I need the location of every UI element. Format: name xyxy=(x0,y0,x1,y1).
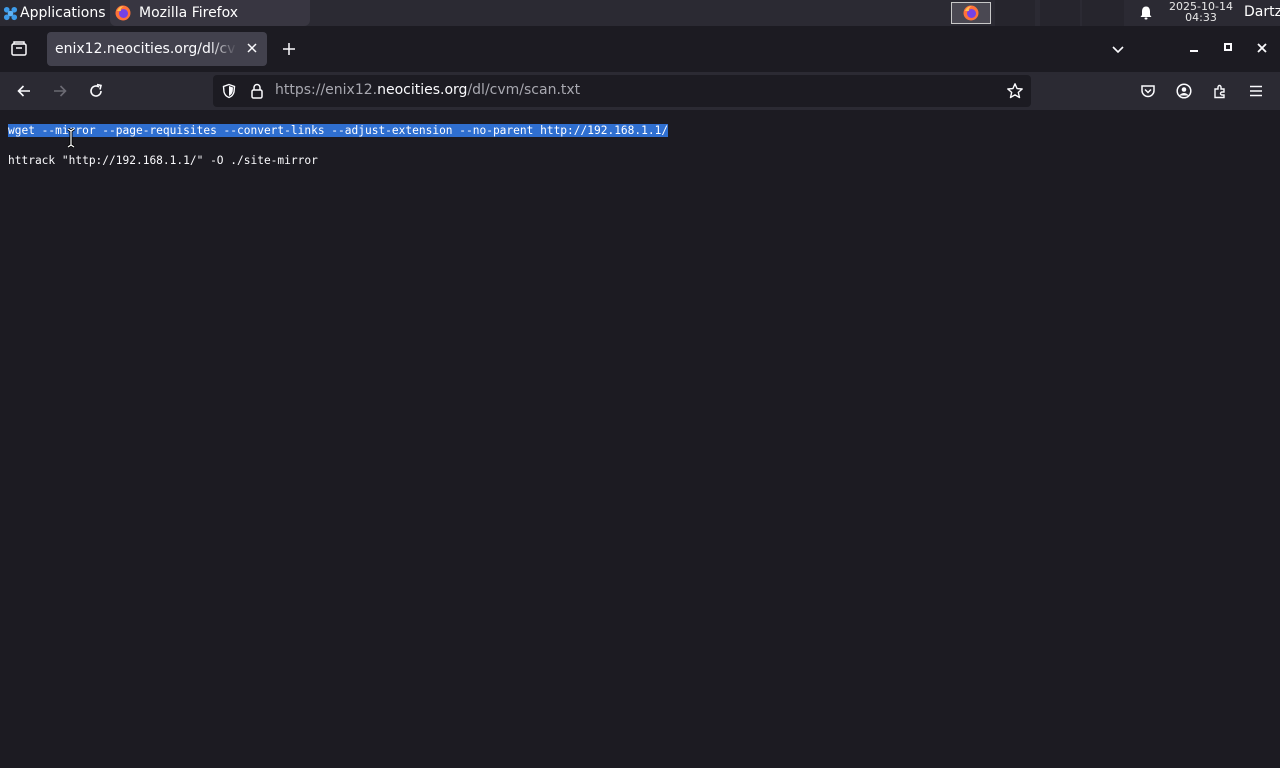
forward-icon[interactable] xyxy=(52,83,68,99)
firefox-view-icon[interactable] xyxy=(9,39,29,59)
account-icon[interactable] xyxy=(1176,83,1192,99)
close-window-icon[interactable] xyxy=(1256,42,1268,54)
extensions-icon[interactable] xyxy=(1212,83,1228,99)
url-path: /dl/cvm/scan.txt xyxy=(467,82,581,98)
maximize-icon[interactable] xyxy=(1222,41,1234,53)
page-content[interactable]: wget --mirror --page-requisites --conver… xyxy=(0,110,1280,768)
user-name[interactable]: Dartz xyxy=(1244,4,1280,20)
taskbar-window-title: Mozilla Firefox xyxy=(139,5,239,21)
xfce-logo-icon xyxy=(3,6,18,20)
text-line[interactable]: httrack "http://192.168.1.1/" -O ./site-… xyxy=(8,154,318,167)
url-text[interactable]: https://enix12.neocities.org/dl/cvm/scan… xyxy=(275,82,580,98)
workspace-1[interactable] xyxy=(995,0,1035,26)
navigation-toolbar: https://enix12.neocities.org/dl/cvm/scan… xyxy=(0,72,1280,110)
clock-time: 04:33 xyxy=(1185,11,1217,24)
text-line[interactable]: wget --mirror --page-requisites --conver… xyxy=(8,124,669,137)
chevron-down-icon[interactable] xyxy=(1111,43,1125,57)
lock-icon[interactable] xyxy=(249,82,265,100)
applications-menu-button[interactable]: Applications ☰ xyxy=(0,0,122,26)
url-prefix: https://enix12. xyxy=(275,82,378,98)
url-bar[interactable]: https://enix12.neocities.org/dl/cvm/scan… xyxy=(213,75,1031,107)
reload-icon[interactable] xyxy=(88,83,104,99)
tab-title: enix12.neocities.org/dl/cvm/scan.txt xyxy=(55,41,237,57)
tray-firefox-button[interactable] xyxy=(951,2,991,24)
new-tab-icon[interactable] xyxy=(281,41,297,57)
text-cursor-icon xyxy=(67,128,75,148)
tab-strip: enix12.neocities.org/dl/cvm/scan.txt xyxy=(0,26,1280,72)
menu-icon[interactable] xyxy=(1248,83,1264,99)
bell-icon[interactable] xyxy=(1138,5,1154,21)
firefox-icon xyxy=(963,5,979,21)
workspace-3[interactable] xyxy=(1082,0,1124,26)
workspace-2[interactable] xyxy=(1040,0,1080,26)
url-host: neocities.org xyxy=(377,82,468,98)
back-icon[interactable] xyxy=(16,83,32,99)
pocket-icon[interactable] xyxy=(1140,83,1156,99)
taskbar-window-button[interactable]: Mozilla Firefox xyxy=(110,0,310,26)
minimize-icon[interactable] xyxy=(1188,41,1200,53)
applications-label: Applications xyxy=(20,5,106,21)
close-tab-icon[interactable] xyxy=(246,42,258,54)
firefox-icon xyxy=(115,5,131,21)
shield-icon[interactable] xyxy=(221,83,237,99)
selected-text[interactable]: wget --mirror --page-requisites --conver… xyxy=(8,124,669,137)
bookmark-star-icon[interactable] xyxy=(1006,82,1024,100)
system-panel: Applications ☰ Mozilla Firefox 2025-10-1… xyxy=(0,0,1280,26)
tab-scan-txt[interactable]: enix12.neocities.org/dl/cvm/scan.txt xyxy=(47,32,267,66)
panel-clock[interactable]: 2025-10-14 04:33 xyxy=(1166,1,1236,23)
